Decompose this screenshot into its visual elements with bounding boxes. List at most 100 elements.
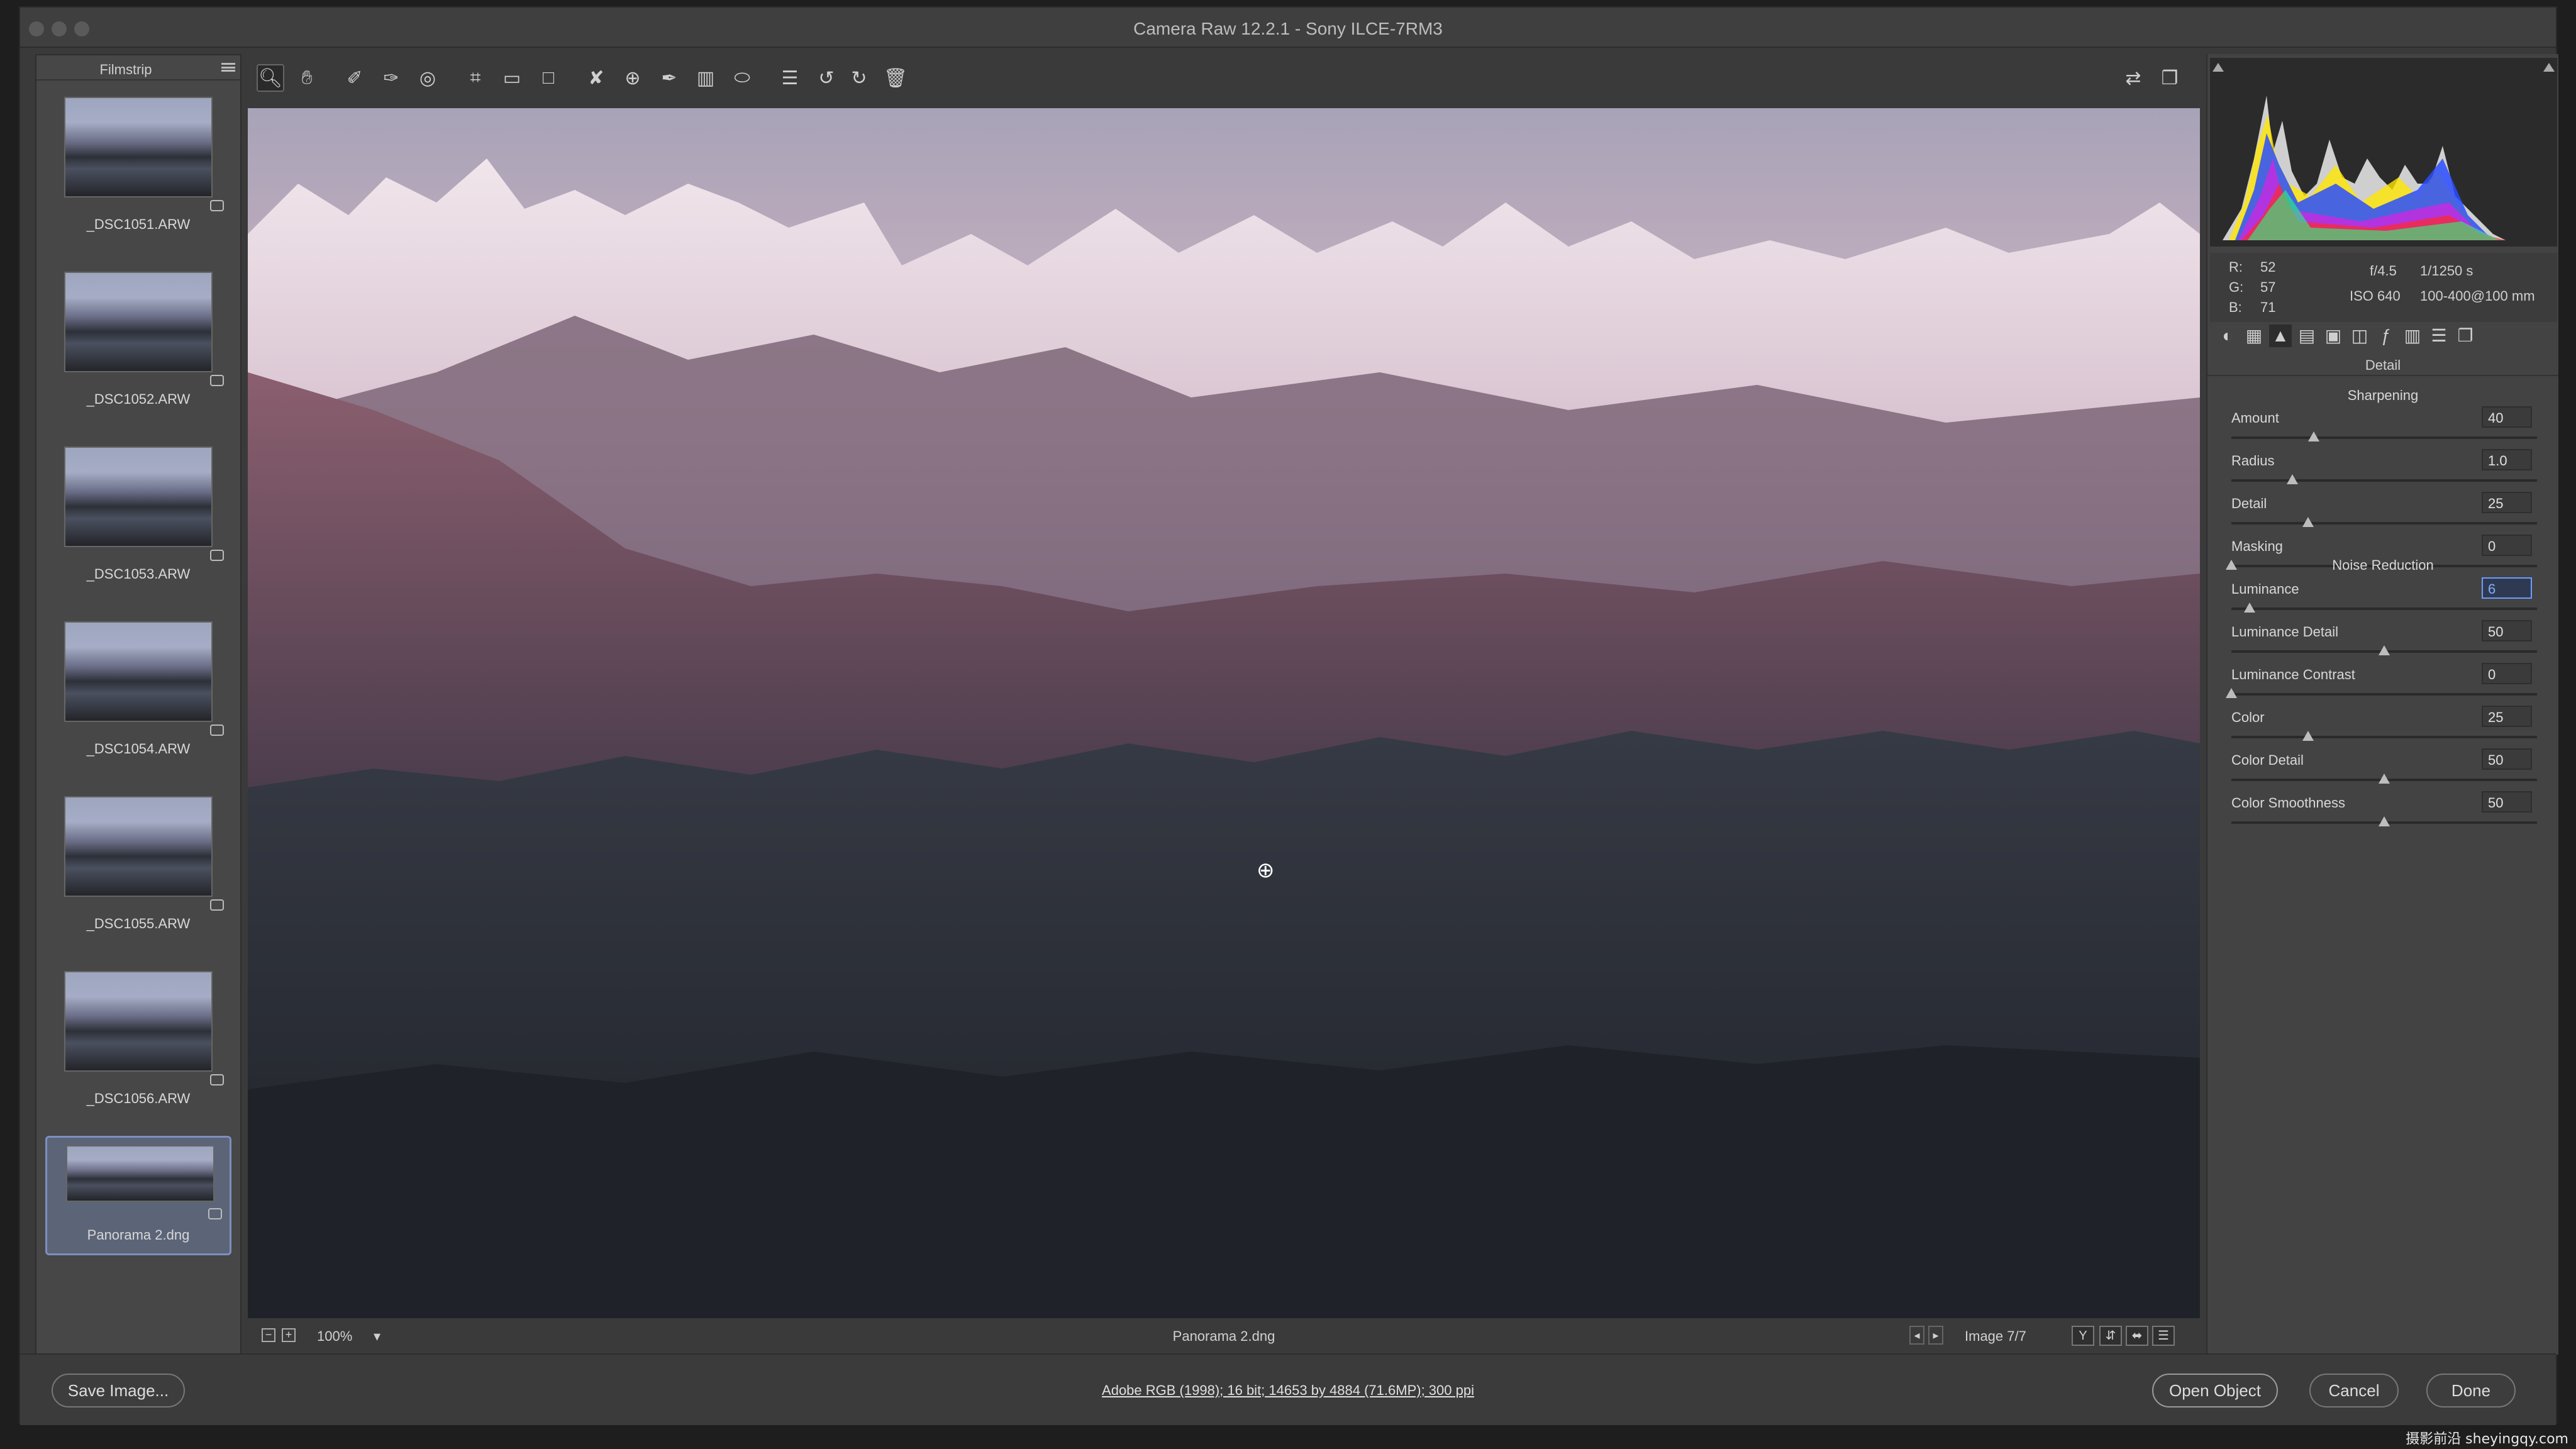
filmstrip-item[interactable]: _DSC1054.ARW <box>45 611 231 781</box>
tab-split-toning-icon[interactable]: ▣ <box>2322 325 2345 347</box>
window-title: Camera Raw 12.2.1 - Sony ILCE-7RM3 <box>1133 19 1443 38</box>
rotate-left-icon[interactable]: ↺ <box>813 64 840 92</box>
tab-lens-icon[interactable]: ◫ <box>2348 325 2371 347</box>
slider-track[interactable] <box>2231 436 2537 439</box>
next-image-button[interactable]: ▸ <box>1928 1326 1943 1345</box>
slider-track[interactable] <box>2231 736 2537 738</box>
slider-value-field[interactable]: 50 <box>2482 748 2532 770</box>
panel-tabs: ◐ ▦ ▲ ▤ ▣ ◫ ƒ ▥ ☰ ❐ <box>2207 318 2560 353</box>
spot-removal-icon[interactable]: ✘ <box>582 64 610 92</box>
filmstrip-header: Filmstrip <box>36 55 240 80</box>
image-preview[interactable]: ⊕ <box>248 108 2200 1318</box>
filmstrip-item[interactable]: _DSC1051.ARW <box>45 87 231 257</box>
slider-value-field[interactable]: 50 <box>2482 791 2532 813</box>
slider-thumb[interactable] <box>2379 774 2390 784</box>
slider-track[interactable] <box>2231 693 2537 696</box>
preview-toggle-icon[interactable]: ⇄ <box>2119 64 2147 92</box>
zoom-tool-icon[interactable]: 🔍︎ <box>257 64 284 92</box>
slider-value-field[interactable]: 50 <box>2482 620 2532 641</box>
noise-color-slider[interactable]: Color 25 <box>2231 706 2537 752</box>
white-balance-icon[interactable]: ✐ <box>341 64 369 92</box>
slider-thumb[interactable] <box>2244 602 2256 613</box>
sharpening-radius-slider[interactable]: Radius 1.0 <box>2231 449 2537 496</box>
slider-thumb[interactable] <box>2287 474 2299 484</box>
tab-tone-curve-icon[interactable]: ▦ <box>2243 325 2265 347</box>
noise-luminance-slider[interactable]: Luminance 6 <box>2231 577 2537 624</box>
filmstrip-menu-icon[interactable] <box>221 63 235 72</box>
b-label: B: <box>2229 299 2242 315</box>
tab-calibration-icon[interactable]: ▥ <box>2401 325 2424 347</box>
r-value: 52 <box>2260 259 2276 275</box>
swap-settings-icon[interactable]: ⇵ <box>2099 1326 2122 1346</box>
watermark: 摄影前沿 sheyingqy.com <box>2406 1431 2568 1447</box>
rotate-right-icon[interactable]: ↻ <box>845 64 873 92</box>
straighten-icon[interactable]: ▭ <box>498 64 526 92</box>
camera-raw-window: Camera Raw 12.2.1 - Sony ILCE-7RM3 Films… <box>19 6 2560 1425</box>
settings-badge-icon <box>208 1208 222 1219</box>
slider-value-field[interactable]: 25 <box>2482 492 2532 513</box>
color-sampler-icon[interactable]: ✑ <box>377 64 405 92</box>
slider-thumb[interactable] <box>2226 688 2237 698</box>
slider-label: Luminance <box>2231 581 2299 597</box>
filmstrip-item[interactable]: Panorama 2.dng <box>45 1136 231 1255</box>
presets-list-icon[interactable]: ☰ <box>776 64 804 92</box>
open-object-button[interactable]: Open Object <box>2152 1374 2278 1407</box>
filmstrip-item[interactable]: _DSC1055.ARW <box>45 786 231 956</box>
tab-basic-icon[interactable]: ◐ <box>2216 325 2239 347</box>
tab-snapshots-icon[interactable]: ❐ <box>2454 325 2477 347</box>
toolbar: 🔍︎ ✋︎ ✐ ✑ ◎ ⌗ ▭ □ ✘ ⊕ ✒ ▥ ⬭ ☰ ↺ ↻ 🗑︎ ⇄ ❐ <box>248 54 2200 104</box>
tab-effects-icon[interactable]: ƒ <box>2375 325 2397 347</box>
noise-luminance-contrast-slider[interactable]: Luminance Contrast 0 <box>2226 663 2537 709</box>
copy-settings-icon[interactable]: ⬌ <box>2126 1326 2148 1346</box>
fullscreen-icon[interactable]: ❐ <box>2156 64 2184 92</box>
slider-value-field[interactable]: 40 <box>2482 406 2532 428</box>
slider-thumb[interactable] <box>2302 731 2314 741</box>
slider-value-field[interactable]: 0 <box>2482 663 2532 684</box>
graduated-filter-icon[interactable]: ▥ <box>692 64 719 92</box>
settings-badge-icon <box>210 899 224 911</box>
slider-value-field[interactable]: 25 <box>2482 706 2532 727</box>
slider-track[interactable] <box>2231 479 2537 482</box>
radial-filter-icon[interactable]: ⬭ <box>728 64 756 92</box>
settings-badge-icon <box>210 724 224 736</box>
noise-color-detail-slider[interactable]: Color Detail 50 <box>2231 748 2537 795</box>
slider-value-field[interactable]: 0 <box>2482 535 2532 556</box>
tab-presets-icon[interactable]: ☰ <box>2428 325 2450 347</box>
filmstrip-item[interactable]: _DSC1053.ARW <box>45 436 231 606</box>
before-after-icon[interactable]: Y <box>2072 1326 2094 1346</box>
tab-hsl-icon[interactable]: ▤ <box>2296 325 2318 347</box>
previous-image-button[interactable]: ◂ <box>1909 1326 1924 1345</box>
adjustment-brush-icon[interactable]: ✒ <box>655 64 683 92</box>
slider-thumb[interactable] <box>2379 816 2390 826</box>
red-eye-icon[interactable]: ⊕ <box>619 64 647 92</box>
sharpening-detail-slider[interactable]: Detail 25 <box>2231 492 2537 538</box>
slider-thumb[interactable] <box>2379 645 2390 655</box>
sharpening-amount-slider[interactable]: Amount 40 <box>2231 406 2537 453</box>
slider-value-field[interactable]: 1.0 <box>2482 449 2532 470</box>
filmstrip-panel: Filmstrip _DSC1051.ARW _DSC1052.ARW _DSC10… <box>35 54 242 1355</box>
panel-title: Detail <box>2365 357 2401 373</box>
slider-value-field[interactable]: 6 <box>2482 577 2532 599</box>
preview-preferences-icon[interactable]: ☰ <box>2152 1326 2175 1346</box>
slider-thumb[interactable] <box>2302 517 2314 527</box>
slider-thumb[interactable] <box>2308 431 2320 441</box>
slider-track[interactable] <box>2231 608 2537 610</box>
noise-luminance-detail-slider[interactable]: Luminance Detail 50 <box>2231 620 2537 667</box>
slider-label: Color Detail <box>2231 752 2304 768</box>
mountain-landscape-image <box>248 158 2200 1318</box>
hand-tool-icon[interactable]: ✋︎ <box>293 64 321 92</box>
crop-icon[interactable]: ⌗ <box>462 64 489 92</box>
filmstrip-item[interactable]: _DSC1056.ARW <box>45 961 231 1131</box>
thumbnail-image <box>64 971 213 1072</box>
transform-icon[interactable]: □ <box>535 64 562 92</box>
trash-icon[interactable]: 🗑︎ <box>882 64 909 92</box>
filmstrip-item-label: _DSC1053.ARW <box>86 566 191 582</box>
noise-color-smoothness-slider[interactable]: Color Smoothness 50 <box>2231 791 2537 838</box>
noise-reduction-heading: Noise Reduction <box>2332 557 2434 573</box>
slider-track[interactable] <box>2231 522 2537 525</box>
done-button[interactable]: Done <box>2426 1374 2516 1407</box>
cancel-button[interactable]: Cancel <box>2309 1374 2399 1407</box>
tab-detail-icon[interactable]: ▲ <box>2269 325 2292 347</box>
filmstrip-item[interactable]: _DSC1052.ARW <box>45 262 231 431</box>
targeted-adjustment-icon[interactable]: ◎ <box>414 64 441 92</box>
